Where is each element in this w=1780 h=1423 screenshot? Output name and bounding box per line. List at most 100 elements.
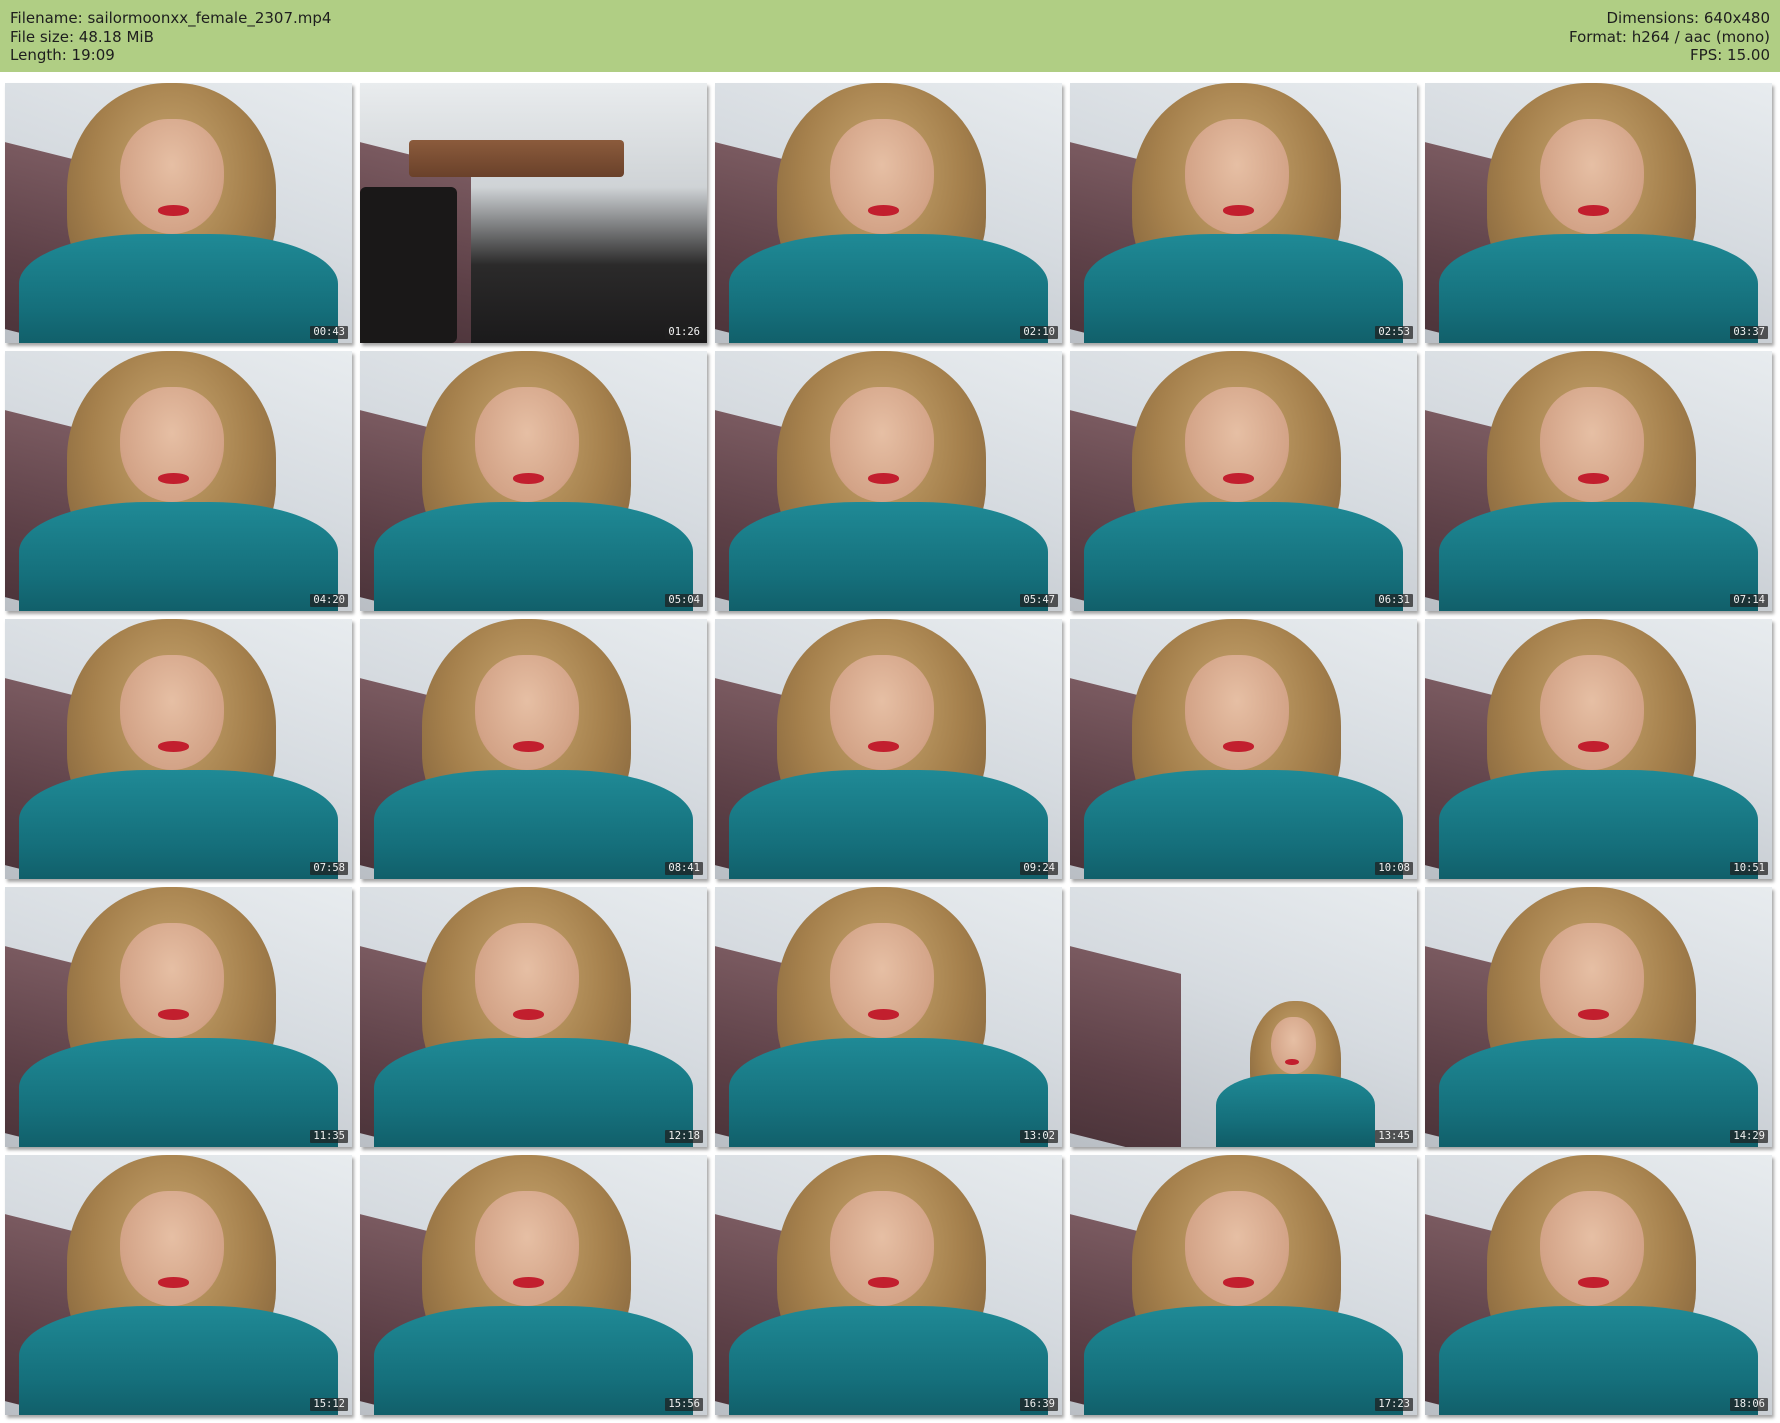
shirt-shape [728,1305,1049,1415]
video-thumbnail: 07:58 [5,619,352,879]
video-thumbnail: 05:04 [360,351,707,611]
video-thumbnail: 03:37 [1425,83,1772,343]
shirt-shape [373,1037,694,1147]
timestamp-label: 02:10 [1020,326,1058,339]
lips-shape [157,1277,189,1288]
bag-shape [360,187,458,343]
face-shape [474,655,579,770]
video-thumbnail: 13:02 [715,887,1062,1147]
video-thumbnail: 16:39 [715,1155,1062,1415]
face-shape [829,387,934,502]
timestamp-label: 05:47 [1020,594,1058,607]
length-text: Length: 19:09 [10,46,115,64]
info-header: Filename: sailormoonxx_female_2307.mp4 F… [0,0,1780,72]
lips-shape [1285,1058,1299,1066]
video-thumbnail: 13:45 [1070,887,1417,1147]
timestamp-label: 10:08 [1375,862,1413,875]
timestamp-label: 03:37 [1730,326,1768,339]
face-shape [1539,655,1644,770]
video-thumbnail: 18:06 [1425,1155,1772,1415]
video-thumbnail: 10:08 [1070,619,1417,879]
timestamp-label: 13:45 [1375,1130,1413,1143]
face-shape [474,923,579,1038]
face-shape [1184,387,1289,502]
lips-shape [157,205,189,216]
video-thumbnail: 01:26 [360,83,707,343]
lips-shape [867,205,899,216]
video-thumbnail: 17:23 [1070,1155,1417,1415]
dimensions-text: Dimensions: 640x480 [1606,9,1770,27]
format-text: Format: h264 / aac (mono) [1569,27,1770,46]
lips-shape [1222,741,1254,752]
face-shape [1539,923,1644,1038]
face-shape [1539,1191,1644,1306]
video-thumbnail: 15:12 [5,1155,352,1415]
shirt-shape [1438,769,1759,879]
timestamp-label: 02:53 [1375,326,1413,339]
timestamp-label: 05:04 [665,594,703,607]
video-thumbnail: 00:43 [5,83,352,343]
file-info-right: Dimensions: 640x480 Format: h264 / aac (… [1569,9,1770,65]
timestamp-label: 07:58 [310,862,348,875]
face-shape [119,119,224,234]
timestamp-label: 11:35 [310,1130,348,1143]
video-thumbnail: 08:41 [360,619,707,879]
lips-shape [512,741,544,752]
timestamp-label: 15:56 [665,1398,703,1411]
shirt-shape [1438,501,1759,611]
lips-shape [1577,741,1609,752]
face-shape [474,1191,579,1306]
shirt-shape [728,233,1049,343]
face-shape [119,1191,224,1306]
timestamp-label: 04:20 [310,594,348,607]
lips-shape [1222,205,1254,216]
video-thumbnail: 15:56 [360,1155,707,1415]
timestamp-label: 12:18 [665,1130,703,1143]
timestamp-label: 08:41 [665,862,703,875]
face-shape [1539,387,1644,502]
lips-shape [1222,1277,1254,1288]
lips-shape [512,1009,544,1020]
shirt-shape [1438,1305,1759,1415]
timestamp-label: 09:24 [1020,862,1058,875]
face-shape [119,387,224,502]
video-thumbnail: 04:20 [5,351,352,611]
filename-text: Filename: sailormoonxx_female_2307.mp4 [10,9,332,27]
shirt-shape [1438,1037,1759,1147]
timestamp-label: 13:02 [1020,1130,1058,1143]
timestamp-label: 18:06 [1730,1398,1768,1411]
shirt-shape [373,769,694,879]
lips-shape [867,1009,899,1020]
shirt-shape [373,501,694,611]
shirt-shape [728,769,1049,879]
timestamp-label: 00:43 [310,326,348,339]
shirt-shape [728,501,1049,611]
shirt-shape [1083,501,1404,611]
lips-shape [1577,1277,1609,1288]
timestamp-label: 01:26 [665,326,703,339]
video-thumbnail: 06:31 [1070,351,1417,611]
video-thumbnail: 10:51 [1425,619,1772,879]
shirt-shape [1083,1305,1404,1415]
shirt-shape [1083,233,1404,343]
lips-shape [157,741,189,752]
timestamp-label: 07:14 [1730,594,1768,607]
video-thumbnail: 07:14 [1425,351,1772,611]
video-thumbnail: 14:29 [1425,887,1772,1147]
face-shape [1184,1191,1289,1306]
thumbnail-grid: 00:43 01:26 02:10 02:53 03:37 04:20 05:04 05:47… [0,80,1780,1423]
video-thumbnail: 02:53 [1070,83,1417,343]
lips-shape [867,741,899,752]
face-shape [474,387,579,502]
lips-shape [512,473,544,484]
table-shape [408,140,624,177]
lips-shape [1577,473,1609,484]
face-shape [119,923,224,1038]
file-size-text: File size: 48.18 MiB [10,27,154,46]
face-shape [1184,119,1289,234]
timestamp-label: 06:31 [1375,594,1413,607]
video-thumbnail: 11:35 [5,887,352,1147]
lips-shape [512,1277,544,1288]
face-shape [119,655,224,770]
shirt-shape [18,769,339,879]
